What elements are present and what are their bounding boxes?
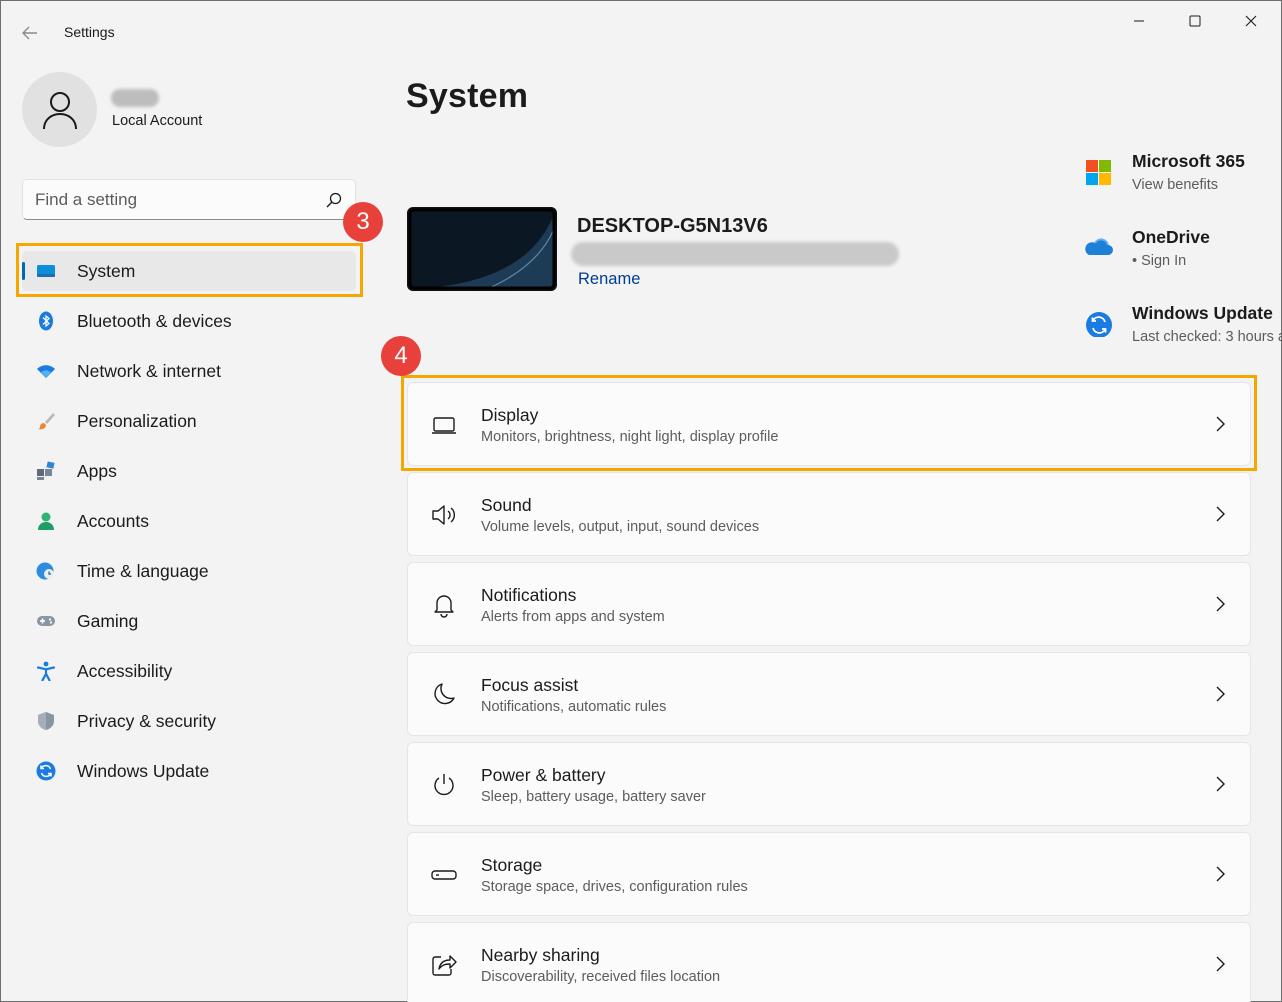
user-name: [111, 89, 159, 107]
chevron-right-icon: [1216, 686, 1225, 702]
gamepad-icon: [37, 616, 55, 626]
sidebar-item-label: Bluetooth & devices: [77, 311, 232, 331]
shield-icon: [38, 712, 54, 730]
sidebar-item-label: Network & internet: [77, 361, 221, 381]
sidebar-item-label: Personalization: [77, 411, 197, 431]
device-model: [571, 242, 899, 266]
minimize-icon: [1134, 20, 1144, 22]
chevron-right-icon: [1216, 506, 1225, 522]
setting-title: Focus assist: [481, 675, 579, 695]
bell-icon: [434, 595, 454, 618]
accessibility-icon: [36, 661, 56, 681]
app-title: Settings: [64, 24, 115, 40]
setting-notifications[interactable]: Notifications Alerts from apps and syste…: [407, 562, 1251, 646]
account-type: Local Account: [112, 113, 203, 129]
sidebar-item-time-language[interactable]: Time & language: [22, 551, 356, 591]
setting-subtitle: Notifications, automatic rules: [481, 699, 667, 715]
highlight-box-system: [16, 243, 363, 297]
search-icon[interactable]: [325, 191, 343, 209]
setting-sound[interactable]: Sound Volume levels, output, input, soun…: [407, 472, 1251, 556]
highlight-box-display: [401, 375, 1257, 471]
sidebar-item-gaming[interactable]: Gaming: [22, 601, 356, 641]
rename-link[interactable]: Rename: [578, 270, 640, 289]
setting-subtitle: Discoverability, received files location: [481, 969, 721, 985]
sidebar-item-label: Privacy & security: [77, 711, 217, 731]
setting-nearby-sharing[interactable]: Nearby sharing Discoverability, received…: [407, 922, 1251, 1002]
step-badge-3: 3: [343, 202, 383, 242]
chevron-right-icon: [1216, 596, 1225, 612]
chevron-right-icon: [1216, 956, 1225, 972]
title-bar: Settings: [1, 1, 1281, 47]
speaker-icon: [432, 505, 455, 525]
device-name: DESKTOP-G5N13V6: [577, 215, 768, 237]
onedrive-cloud-icon: [1085, 238, 1113, 255]
maximize-icon: [1189, 15, 1201, 27]
back-arrow-icon: [22, 26, 37, 40]
maximize-button[interactable]: [1167, 1, 1223, 41]
person-icon: [42, 91, 77, 129]
avatar[interactable]: [22, 72, 97, 147]
sidebar-item-privacy-security[interactable]: Privacy & security: [22, 701, 356, 741]
search-input[interactable]: [35, 189, 315, 211]
paintbrush-icon: [38, 413, 55, 430]
sidebar-item-label: Accessibility: [77, 661, 173, 681]
sidebar-item-network[interactable]: Network & internet: [22, 351, 356, 391]
device-image: [407, 207, 557, 291]
sidebar-item-bluetooth[interactable]: Bluetooth & devices: [22, 301, 356, 341]
wifi-icon: [37, 365, 55, 378]
side-card-subtitle: View benefits: [1132, 177, 1218, 193]
microsoft-logo-icon: [1086, 160, 1111, 185]
device-wallpaper: [408, 208, 556, 290]
setting-title: Storage: [481, 855, 543, 875]
sidebar-item-accessibility[interactable]: Accessibility: [22, 651, 356, 691]
chevron-right-icon: [1216, 866, 1225, 882]
setting-title: Notifications: [481, 585, 577, 605]
page-title: System: [406, 77, 529, 115]
sidebar-item-label: Apps: [77, 461, 117, 481]
setting-storage[interactable]: Storage Storage space, drives, configura…: [407, 832, 1251, 916]
storage-drive-icon: [431, 870, 457, 880]
sidebar-item-label: Time & language: [77, 561, 209, 581]
apps-icon: [37, 461, 55, 480]
side-card-subtitle: • Sign In: [1132, 253, 1187, 269]
setting-subtitle: Sleep, battery usage, battery saver: [481, 789, 706, 805]
side-card-title: OneDrive: [1132, 227, 1210, 247]
setting-focus-assist[interactable]: Focus assist Notifications, automatic ru…: [407, 652, 1251, 736]
share-icon: [432, 955, 457, 976]
update-icon: [36, 761, 56, 781]
person-icon: [38, 512, 54, 530]
settings-window: Settings Local Account System Bluetooth …: [0, 0, 1282, 1002]
side-card-title: Microsoft 365: [1132, 151, 1245, 171]
globe-clock-icon: [36, 562, 54, 580]
update-icon: [1086, 312, 1112, 337]
moon-icon: [434, 683, 455, 705]
close-icon: [1245, 15, 1257, 27]
minimize-button[interactable]: [1111, 1, 1167, 41]
sidebar-item-accounts[interactable]: Accounts: [22, 501, 356, 541]
setting-subtitle: Alerts from apps and system: [481, 609, 665, 625]
bluetooth-icon: [39, 311, 53, 331]
side-card-subtitle: Last checked: 3 hours a: [1132, 329, 1282, 345]
sidebar-item-label: Accounts: [77, 511, 149, 531]
sidebar-item-label: Gaming: [77, 611, 139, 631]
setting-title: Power & battery: [481, 765, 606, 785]
setting-title: Nearby sharing: [481, 945, 600, 965]
sidebar-item-personalization[interactable]: Personalization: [22, 401, 356, 441]
close-button[interactable]: [1223, 1, 1279, 41]
chevron-right-icon: [1216, 776, 1225, 792]
step-badge-4: 4: [381, 336, 421, 376]
sidebar-item-windows-update[interactable]: Windows Update: [22, 751, 356, 791]
setting-subtitle: Volume levels, output, input, sound devi…: [481, 519, 760, 535]
setting-power-battery[interactable]: Power & battery Sleep, battery usage, ba…: [407, 742, 1251, 826]
sidebar-item-apps[interactable]: Apps: [22, 451, 356, 491]
back-button[interactable]: [17, 21, 43, 45]
setting-title: Sound: [481, 495, 532, 515]
setting-subtitle: Storage space, drives, configuration rul…: [481, 879, 748, 895]
side-card-title: Windows Update: [1132, 303, 1273, 323]
power-icon: [434, 774, 454, 796]
search-box[interactable]: [22, 179, 356, 220]
sidebar-item-label: Windows Update: [77, 761, 210, 781]
